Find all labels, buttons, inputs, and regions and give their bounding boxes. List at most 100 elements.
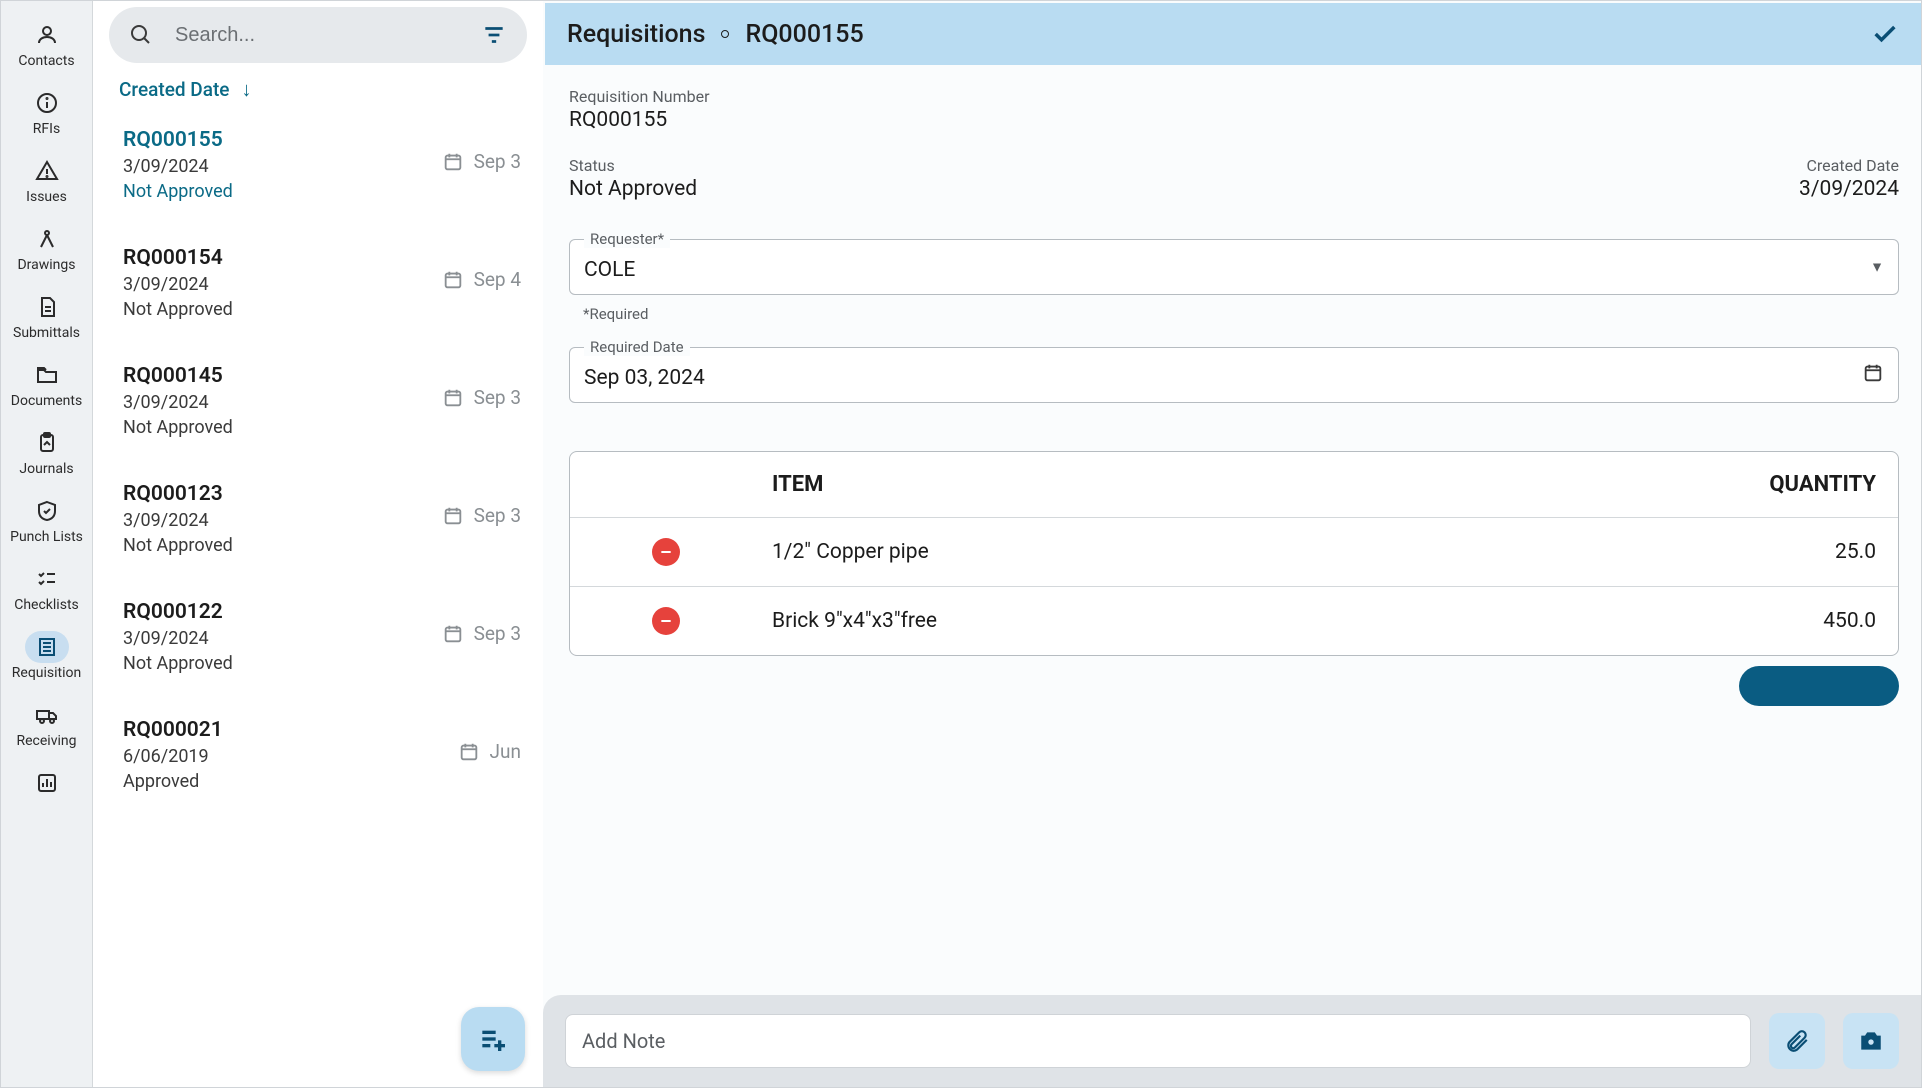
search-input[interactable] bbox=[175, 24, 481, 47]
req-status: Approved bbox=[123, 771, 223, 792]
attach-button[interactable] bbox=[1769, 1013, 1825, 1069]
checklist-icon bbox=[25, 563, 69, 595]
breadcrumb-root[interactable]: Requisitions bbox=[567, 20, 705, 49]
sidebar-item-label: Journals bbox=[19, 461, 73, 477]
filter-icon[interactable] bbox=[481, 22, 507, 48]
item-column-header: ITEM bbox=[772, 472, 1676, 497]
req-status: Not Approved bbox=[123, 417, 233, 438]
quantity-column-header: QUANTITY bbox=[1676, 472, 1876, 497]
req-id: RQ000155 bbox=[123, 128, 233, 152]
calendar-icon bbox=[442, 623, 464, 645]
document-icon bbox=[25, 291, 69, 323]
calendar-icon bbox=[442, 387, 464, 409]
label-required-date: Required Date bbox=[584, 338, 690, 356]
sidebar-item-submittals[interactable]: Submittals bbox=[1, 283, 92, 351]
clipboard-edit-icon bbox=[25, 427, 69, 459]
info-icon bbox=[25, 87, 69, 119]
sidebar-item-contacts[interactable]: Contacts bbox=[1, 11, 92, 79]
sidebar-item-receiving[interactable]: Receiving bbox=[1, 691, 92, 759]
table-row: Brick 9"x4"x3"free 450.0 bbox=[570, 587, 1898, 655]
req-status: Not Approved bbox=[123, 299, 233, 320]
sidebar-item-label: Issues bbox=[26, 189, 67, 205]
sidebar-item-requisition[interactable]: Requisition bbox=[1, 623, 92, 691]
add-item-button[interactable] bbox=[1739, 666, 1899, 706]
sort-row[interactable]: Created Date ↓ bbox=[93, 67, 543, 110]
list-item[interactable]: RQ000154 3/09/2024 Not Approved Sep 4 bbox=[105, 232, 531, 350]
item-qty: 25.0 bbox=[1676, 540, 1876, 564]
delete-item-button[interactable] bbox=[652, 538, 680, 566]
sidebar-item-checklists[interactable]: Checklists bbox=[1, 555, 92, 623]
sidebar-item-label: Drawings bbox=[17, 257, 75, 273]
add-note-input[interactable]: Add Note bbox=[565, 1014, 1751, 1068]
req-status: Not Approved bbox=[123, 535, 233, 556]
list-item[interactable]: RQ000123 3/09/2024 Not Approved Sep 3 bbox=[105, 468, 531, 586]
add-note-placeholder: Add Note bbox=[582, 1029, 665, 1053]
sidebar-item-label: Contacts bbox=[18, 53, 74, 69]
sort-label: Created Date bbox=[119, 78, 229, 101]
delete-item-button[interactable] bbox=[652, 607, 680, 635]
calendar-icon bbox=[442, 505, 464, 527]
sidebar-item-label: Requisition bbox=[12, 665, 81, 681]
app-root: Contacts RFIs Issues Drawings Submittals bbox=[0, 0, 1922, 1088]
sidebar-item-documents[interactable]: Documents bbox=[1, 351, 92, 419]
label-req-number: Requisition Number bbox=[569, 87, 1899, 106]
list-item[interactable]: RQ000122 3/09/2024 Not Approved Sep 3 bbox=[105, 586, 531, 704]
value-created-date: 3/09/2024 bbox=[1749, 177, 1899, 201]
sidebar-item-drawings[interactable]: Drawings bbox=[1, 215, 92, 283]
req-badge: Sep 3 bbox=[474, 150, 521, 173]
req-id: RQ000021 bbox=[123, 718, 223, 742]
minus-icon bbox=[658, 544, 674, 560]
sidebar-item-journals[interactable]: Journals bbox=[1, 419, 92, 487]
req-date: 3/09/2024 bbox=[123, 392, 233, 413]
sidebar-item-rfis[interactable]: RFIs bbox=[1, 79, 92, 147]
calendar-icon bbox=[1862, 362, 1884, 388]
item-name: Brick 9"x4"x3"free bbox=[772, 609, 1676, 633]
requisition-list: RQ000155 3/09/2024 Not Approved Sep 3 RQ… bbox=[93, 110, 543, 1087]
req-id: RQ000145 bbox=[123, 364, 233, 388]
bottom-bar: Add Note bbox=[543, 995, 1921, 1087]
add-requisition-button[interactable] bbox=[461, 1007, 525, 1071]
items-header-row: ITEM QUANTITY bbox=[570, 452, 1898, 518]
receipt-icon bbox=[25, 631, 69, 663]
compass-icon bbox=[25, 223, 69, 255]
req-id: RQ000154 bbox=[123, 246, 233, 270]
sidebar-item-label: RFIs bbox=[33, 121, 60, 137]
sidebar-item-label: Submittals bbox=[13, 325, 80, 341]
list-item[interactable]: RQ000145 3/09/2024 Not Approved Sep 3 bbox=[105, 350, 531, 468]
requester-select[interactable]: Requester* COLE ▼ bbox=[569, 239, 1899, 295]
search-bar bbox=[109, 7, 527, 63]
sidebar-item-label: Documents bbox=[11, 393, 82, 409]
req-badge: Sep 3 bbox=[474, 504, 521, 527]
item-qty: 450.0 bbox=[1676, 609, 1876, 633]
req-id: RQ000123 bbox=[123, 482, 233, 506]
search-icon bbox=[129, 23, 153, 47]
req-date: 3/09/2024 bbox=[123, 510, 233, 531]
calendar-icon bbox=[442, 269, 464, 291]
confirm-check-icon[interactable] bbox=[1871, 20, 1899, 48]
sidebar: Contacts RFIs Issues Drawings Submittals bbox=[1, 1, 93, 1087]
list-item[interactable]: RQ000155 3/09/2024 Not Approved Sep 3 bbox=[105, 114, 531, 232]
item-name: 1/2" Copper pipe bbox=[772, 540, 1676, 564]
req-badge: Sep 4 bbox=[474, 268, 521, 291]
value-req-number: RQ000155 bbox=[569, 108, 1899, 132]
calendar-icon bbox=[458, 741, 480, 763]
table-row: 1/2" Copper pipe 25.0 bbox=[570, 518, 1898, 587]
required-date-field[interactable]: Required Date Sep 03, 2024 bbox=[569, 347, 1899, 403]
breadcrumb-separator-icon bbox=[721, 30, 729, 38]
breadcrumb-id: RQ000155 bbox=[745, 20, 863, 49]
list-item[interactable]: RQ000021 6/06/2019 Approved Jun bbox=[105, 704, 531, 822]
value-status: Not Approved bbox=[569, 177, 1709, 201]
req-date: 3/09/2024 bbox=[123, 274, 233, 295]
sidebar-item-more[interactable] bbox=[1, 759, 92, 801]
sidebar-item-label: Checklists bbox=[14, 597, 79, 613]
list-pane: Created Date ↓ RQ000155 3/09/2024 Not Ap… bbox=[93, 1, 543, 1087]
minus-icon bbox=[658, 613, 674, 629]
sidebar-item-punch-lists[interactable]: Punch Lists bbox=[1, 487, 92, 555]
req-date: 6/06/2019 bbox=[123, 746, 223, 767]
calendar-icon bbox=[442, 151, 464, 173]
label-status: Status bbox=[569, 156, 1709, 175]
sidebar-item-issues[interactable]: Issues bbox=[1, 147, 92, 215]
req-id: RQ000122 bbox=[123, 600, 233, 624]
camera-button[interactable] bbox=[1843, 1013, 1899, 1069]
label-created-date: Created Date bbox=[1749, 156, 1899, 175]
